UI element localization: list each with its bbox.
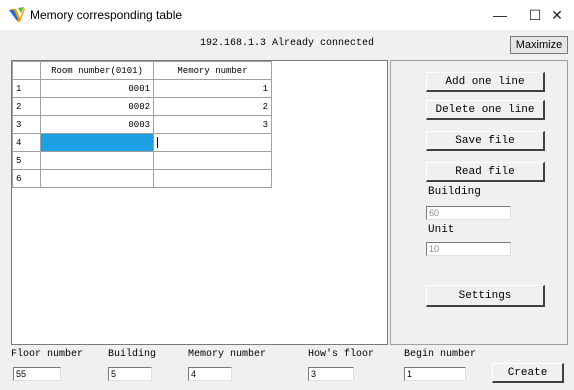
row-number[interactable]: 4 [12, 133, 41, 152]
unit-field[interactable]: 10 [426, 242, 511, 256]
hows-floor-label: How's floor [308, 349, 375, 360]
memory-number-label: Memory number [188, 349, 267, 360]
row-number[interactable]: 5 [12, 151, 41, 170]
row-header-corner [12, 61, 41, 80]
read-file-button[interactable]: Read file [426, 162, 545, 182]
table-row[interactable]: 1 0001 1 [12, 79, 272, 98]
room-cell[interactable]: 0003 [40, 115, 154, 134]
building-bottom-field[interactable]: 5 [108, 367, 152, 381]
save-file-button[interactable]: Save file [426, 131, 545, 151]
add-line-button[interactable]: Add one line [426, 72, 545, 92]
building-field[interactable]: 60 [426, 206, 511, 220]
building-bottom-label: Building [108, 349, 157, 360]
memory-cell[interactable]: 3 [153, 115, 272, 134]
room-cell[interactable]: 0001 [40, 79, 154, 98]
room-cell[interactable] [40, 151, 154, 170]
delete-line-button[interactable]: Delete one line [426, 100, 545, 120]
floor-number-field[interactable]: 55 [13, 367, 61, 381]
memory-cell-editing[interactable] [153, 133, 272, 152]
maximize-button[interactable]: Maximize [510, 36, 568, 54]
table-header-row: Room number(0101) Memory number [12, 61, 272, 80]
memory-cell[interactable] [153, 169, 272, 188]
column-header-memory[interactable]: Memory number [153, 61, 272, 80]
row-number[interactable]: 1 [12, 79, 41, 98]
row-number[interactable]: 3 [12, 115, 41, 134]
close-button[interactable]: ✕ [537, 0, 574, 30]
unit-label: Unit [428, 224, 455, 236]
memory-number-field[interactable]: 4 [188, 367, 232, 381]
hows-floor-field[interactable]: 3 [308, 367, 354, 381]
table-row[interactable]: 4 [12, 133, 272, 152]
table-row[interactable]: 2 0002 2 [12, 97, 272, 116]
minimize-button[interactable]: — [480, 0, 520, 30]
table-row[interactable]: 5 [12, 151, 272, 170]
row-number[interactable]: 6 [12, 169, 41, 188]
memory-cell[interactable] [153, 151, 272, 170]
room-cell[interactable]: 0002 [40, 97, 154, 116]
column-header-room[interactable]: Room number(0101) [40, 61, 154, 80]
floor-number-label: Floor number [11, 349, 84, 360]
memory-table[interactable]: Room number(0101) Memory number 1 0001 1… [11, 60, 388, 345]
connection-status: 192.168.1.3 Already connected [199, 38, 375, 49]
begin-number-label: Begin number [404, 349, 477, 360]
table-row[interactable]: 3 0003 3 [12, 115, 272, 134]
app-logo-icon [9, 7, 25, 22]
begin-number-field[interactable]: 1 [404, 367, 466, 381]
memory-cell[interactable]: 1 [153, 79, 272, 98]
settings-button[interactable]: Settings [426, 285, 545, 307]
create-button[interactable]: Create [492, 363, 564, 383]
building-label: Building [428, 186, 481, 198]
memory-cell[interactable]: 2 [153, 97, 272, 116]
room-cell-selected[interactable] [40, 133, 154, 152]
row-number[interactable]: 2 [12, 97, 41, 116]
room-cell[interactable] [40, 169, 154, 188]
window-title: Memory corresponding table [30, 8, 183, 22]
table-row[interactable]: 6 [12, 169, 272, 188]
text-cursor [157, 137, 158, 148]
